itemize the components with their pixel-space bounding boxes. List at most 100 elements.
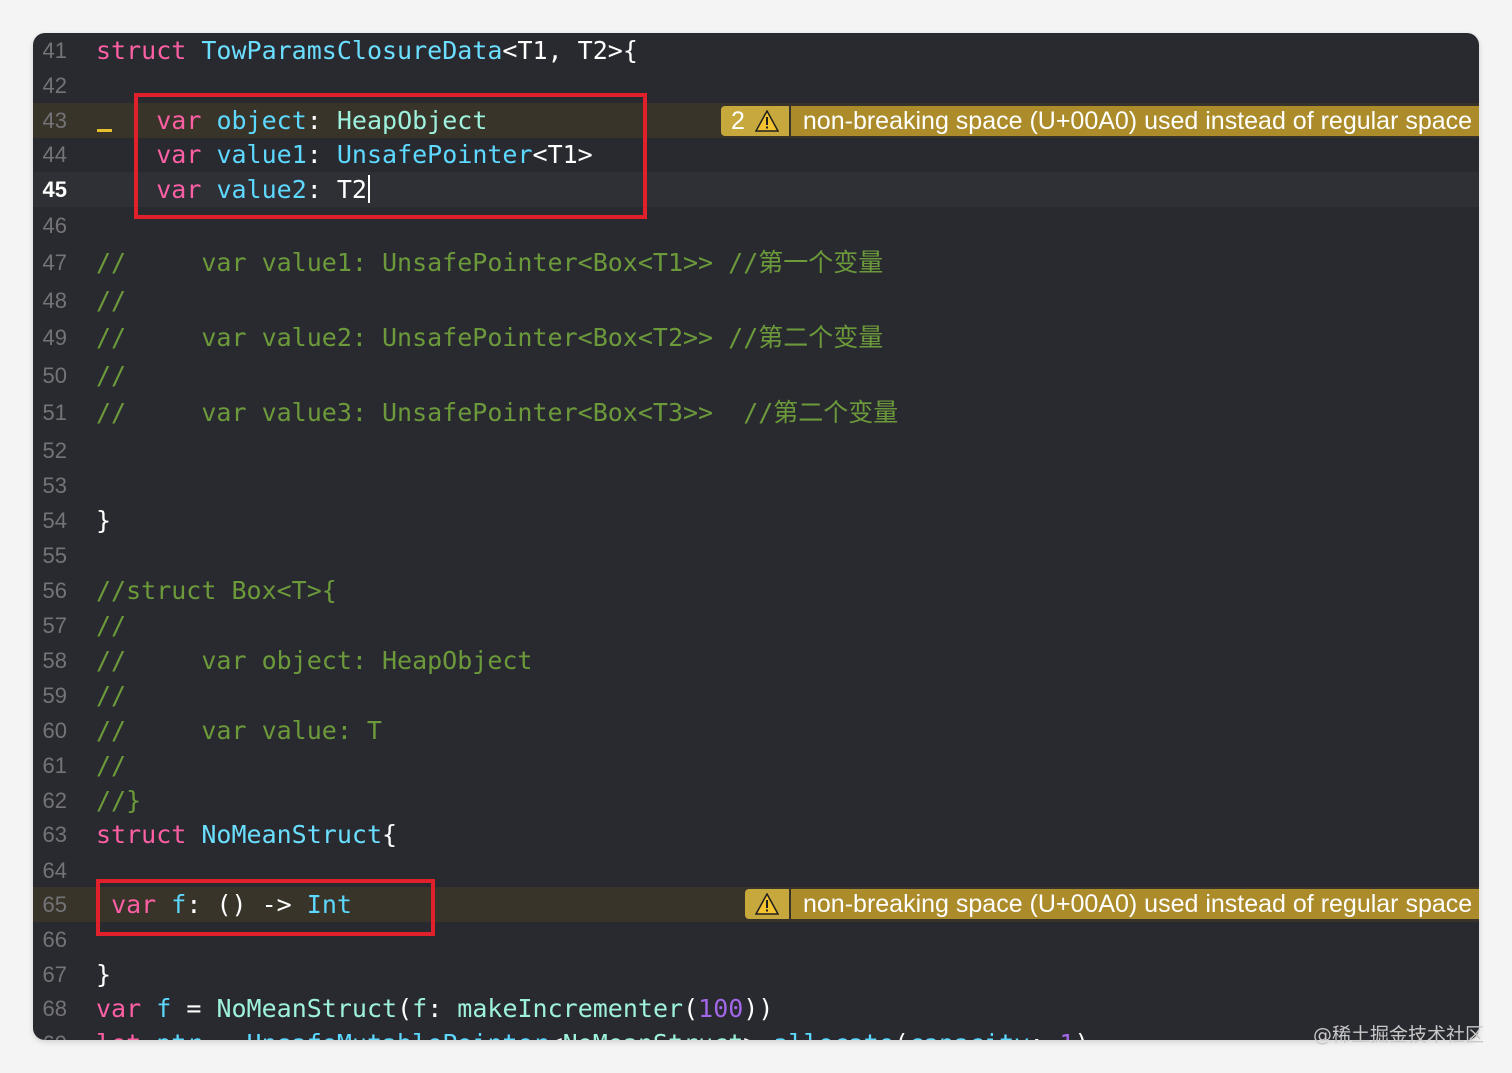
line-number: 44 [42, 142, 67, 167]
code-token: 100 [698, 994, 744, 1023]
code-line[interactable]: 60 // var value: T [33, 713, 1479, 748]
code-text[interactable]: // var value: T [96, 713, 382, 748]
code-token: NoMeanStruct [563, 1029, 744, 1040]
code-token: < [548, 1029, 563, 1040]
line-number: 62 [42, 788, 67, 813]
code-text[interactable]: let ptr = UnsafeMutablePointer<NoMeanStr… [96, 1026, 1090, 1040]
code-token: // var object: HeapObject [96, 646, 533, 675]
code-text[interactable]: // var value1: UnsafePointer<Box<T1>> //… [96, 245, 883, 280]
code-token: >. [743, 1029, 773, 1040]
code-text[interactable]: //} [96, 783, 141, 818]
code-token: // var value: T [96, 716, 382, 745]
code-line[interactable]: 62 //} [33, 783, 1479, 818]
line-number: 53 [42, 473, 67, 498]
line-number: 68 [42, 996, 67, 1021]
code-token: makeIncrementer [457, 994, 684, 1023]
code-token: // var value1: UnsafePointer<Box<T1>> //… [96, 248, 884, 277]
code-line[interactable]: 49 // var value2: UnsafePointer<Box<T2>> … [33, 320, 1479, 355]
warning-annotation-2[interactable]: non-breaking space (U+00A0) used instead… [745, 889, 1479, 919]
code-text[interactable]: } [96, 503, 111, 538]
code-token: // var value3: UnsafePointer<Box<T3>> //… [96, 398, 899, 427]
code-token: // [96, 751, 127, 780]
code-line[interactable]: 57 // [33, 608, 1479, 643]
code-line[interactable]: 51 // var value3: UnsafePointer<Box<T3>> … [33, 395, 1479, 430]
code-line[interactable]: 59 // [33, 678, 1479, 713]
code-text[interactable]: struct TowParamsClosureData<T1, T2>{ [96, 33, 638, 68]
line-number: 69 [33, 1026, 67, 1040]
warning-annotation[interactable]: 2 non-breaking space (U+00A0) used inste… [721, 106, 1479, 136]
line-number: 41 [42, 38, 67, 63]
code-token: allocate [773, 1029, 893, 1040]
code-line[interactable]: 63 struct NoMeanStruct{ [33, 817, 1479, 852]
warning-message-2[interactable]: non-breaking space (U+00A0) used instead… [791, 889, 1479, 919]
code-token: ( [894, 1029, 909, 1040]
line-number: 55 [42, 543, 67, 568]
line-number: 54 [42, 508, 67, 533]
code-text[interactable]: // [96, 608, 126, 643]
code-line[interactable]: 50 // [33, 358, 1479, 393]
code-token: } [96, 506, 112, 535]
line-number: 45 [42, 177, 67, 202]
code-line[interactable]: 47 // var value1: UnsafePointer<Box<T1>> … [33, 245, 1479, 280]
code-line[interactable]: 69 let ptr = UnsafeMutablePointer<NoMeanS… [33, 1026, 1479, 1040]
line-number: 59 [42, 683, 67, 708]
code-line[interactable]: 68 var f = NoMeanStruct(f: makeIncremente… [33, 991, 1479, 1026]
issue-marker [97, 129, 112, 132]
code-line[interactable]: 55 [33, 538, 1479, 573]
line-number: 63 [42, 822, 67, 847]
line-number: 61 [42, 753, 67, 778]
line-number: 65 [42, 892, 67, 917]
code-text[interactable]: // [96, 283, 126, 318]
code-line[interactable]: 56 //struct Box<T>{ [33, 573, 1479, 608]
code-token: ptr [156, 1029, 201, 1040]
code-line[interactable]: 48 // [33, 283, 1479, 318]
code-line[interactable]: 53 [33, 468, 1479, 503]
code-token: // [96, 361, 127, 390]
code-text[interactable]: } [96, 957, 111, 992]
line-number: 60 [42, 718, 67, 743]
code-line[interactable]: 67} [33, 957, 1479, 992]
code-text[interactable]: //struct Box<T>{ [96, 573, 337, 608]
code-line[interactable]: 58 // var object: HeapObject [33, 643, 1479, 678]
warning-icon [754, 110, 779, 132]
warning-message[interactable]: non-breaking space (U+00A0) used instead… [790, 106, 1479, 136]
warning-count: 2 [731, 106, 745, 135]
code-text[interactable]: // var value3: UnsafePointer<Box<T3>> //… [96, 395, 898, 430]
code-text[interactable]: // [96, 748, 126, 783]
code-token: f [412, 994, 428, 1023]
code-text[interactable]: // var object: HeapObject [96, 643, 533, 678]
warning-count-badge[interactable]: 2 [721, 106, 789, 136]
highlight-box-closure-field [96, 879, 435, 936]
code-token: // [96, 286, 127, 315]
code-token: NoMeanStruct [216, 994, 398, 1023]
line-number: 64 [42, 858, 67, 883]
code-text[interactable]: struct NoMeanStruct{ [96, 817, 397, 852]
line-number: 52 [42, 438, 67, 463]
code-line[interactable]: 54} [33, 503, 1479, 538]
code-token: { [382, 820, 398, 849]
line-number: 67 [42, 962, 67, 987]
code-line[interactable]: 41 struct TowParamsClosureData<T1, T2>{ [33, 33, 1479, 68]
code-editor[interactable]: 41 struct TowParamsClosureData<T1, T2>{ 42… [33, 33, 1479, 1040]
code-token: UnsafeMutablePointer [247, 1029, 548, 1040]
code-text[interactable]: // [96, 678, 126, 713]
code-token: = [201, 1029, 246, 1040]
line-number: 46 [42, 213, 67, 238]
code-token: // [96, 611, 127, 640]
code-token: var [96, 994, 142, 1023]
code-token: } [96, 960, 112, 989]
code-token: 1 [1059, 1029, 1074, 1040]
code-line[interactable]: 52 [33, 433, 1479, 468]
code-token: capacity [909, 1029, 1029, 1040]
code-token: // [96, 681, 127, 710]
code-text[interactable]: var f = NoMeanStruct(f: makeIncrementer(… [96, 991, 773, 1026]
warning-icon-badge[interactable] [745, 889, 789, 919]
line-number: 42 [42, 73, 67, 98]
code-line[interactable]: 61 // [33, 748, 1479, 783]
code-text[interactable]: // var value2: UnsafePointer<Box<T2>> //… [96, 320, 883, 355]
code-text[interactable]: // [96, 358, 126, 393]
